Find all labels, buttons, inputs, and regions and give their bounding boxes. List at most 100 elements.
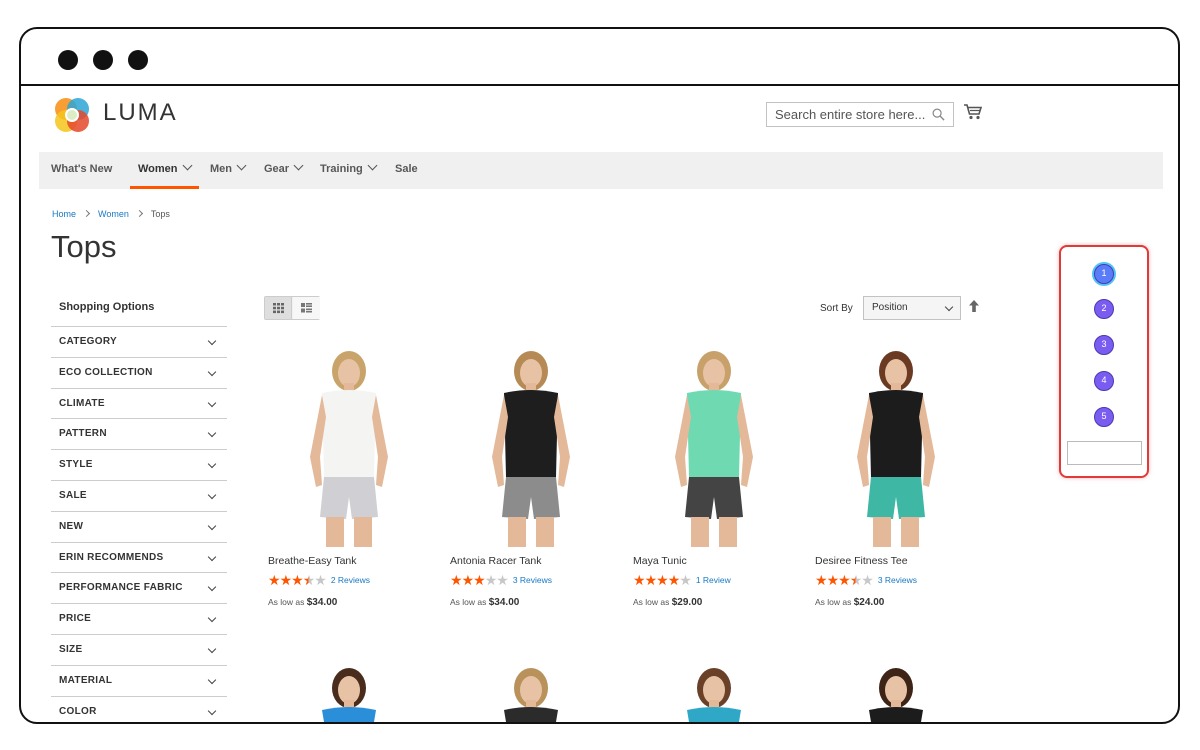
close-window-dot[interactable] (58, 50, 78, 70)
nav-label: Men (210, 163, 232, 175)
price-value: $34.00 (488, 597, 520, 608)
filter-label: MATERIAL (59, 674, 113, 686)
filter-label: ECO COLLECTION (59, 366, 153, 378)
rating-stars-icon: ★★★★★ (268, 571, 327, 588)
cart-icon[interactable] (963, 103, 983, 121)
product-image[interactable] (264, 347, 434, 547)
search-box[interactable] (766, 102, 954, 127)
search-input[interactable] (767, 103, 927, 126)
product-image[interactable] (811, 660, 981, 722)
product-price: As low as $34.00 (450, 597, 519, 608)
chevron-down-icon (207, 644, 217, 654)
price-prefix: As low as (268, 597, 305, 607)
main-navigation: What's New Women Men Gear Training Sale (39, 152, 1163, 189)
filter-category[interactable]: CATEGORY (51, 326, 227, 357)
sort-by-select[interactable]: Position (863, 296, 961, 320)
product-card[interactable]: Desiree Fitness Tee ★★★★★ 3 Reviews As low … (811, 347, 981, 608)
product-name[interactable]: Antonia Racer Tank (450, 555, 541, 567)
filter-eco-collection[interactable]: ECO COLLECTION (51, 356, 227, 388)
luma-logo-icon[interactable] (52, 95, 92, 135)
nav-item-sale[interactable]: Sale (395, 152, 418, 189)
rating-stars-icon: ★★★★★ (450, 571, 509, 588)
sort-by-value: Position (872, 302, 908, 313)
list-view-button[interactable] (293, 297, 320, 319)
grid-view-icon (273, 303, 284, 314)
chevron-down-icon (207, 398, 217, 407)
filter-performance-fabric[interactable]: PERFORMANCE FABRIC (51, 572, 227, 603)
product-card[interactable]: Breathe-Easy Tank ★★★★★ 2 Reviews As low as… (264, 347, 434, 608)
nav-item-women[interactable]: Women (130, 152, 199, 189)
chevron-down-icon (207, 459, 217, 469)
product-name[interactable]: Maya Tunic (633, 555, 687, 567)
brand-name[interactable]: LUMA (103, 99, 178, 127)
breadcrumb: Home Women Tops (52, 209, 170, 219)
filter-style[interactable]: STYLE (51, 449, 227, 480)
filter-size[interactable]: SIZE (51, 633, 227, 665)
filter-color[interactable]: COLOR (51, 695, 227, 722)
chevron-down-icon (207, 367, 217, 377)
minimize-window-dot[interactable] (93, 50, 113, 70)
nav-item-gear[interactable]: Gear (264, 152, 304, 189)
maximize-window-dot[interactable] (128, 50, 148, 70)
filter-list: CATEGORY ECO COLLECTION CLIMATE PATTERN STYL… (51, 326, 227, 722)
sort-direction-arrow-icon[interactable] (968, 299, 980, 313)
chevron-right-icon (135, 209, 143, 218)
product-image[interactable] (264, 660, 434, 722)
chevron-down-icon (182, 160, 192, 171)
price-value: $34.00 (306, 597, 338, 608)
price-prefix: As low as (450, 597, 487, 607)
product-name[interactable]: Breathe-Easy Tank (268, 555, 357, 567)
chevron-down-icon (236, 160, 247, 171)
marker-2[interactable]: 2 (1094, 299, 1114, 319)
product-rating: ★★★★★ 2 Reviews (268, 571, 370, 588)
reviews-link[interactable]: 3 Reviews (513, 575, 552, 585)
view-mode-toggle (264, 296, 320, 320)
marker-5[interactable]: 5 (1094, 407, 1114, 427)
breadcrumb-women[interactable]: Women (98, 209, 129, 219)
filter-sale[interactable]: SALE (51, 479, 227, 511)
marker-input-field[interactable] (1067, 441, 1142, 465)
product-image[interactable] (446, 347, 616, 547)
filter-label: STYLE (59, 459, 93, 471)
product-image[interactable] (446, 660, 616, 722)
filter-label: CATEGORY (59, 336, 117, 347)
nav-item-training[interactable]: Training (320, 152, 378, 189)
nav-item-whats-new[interactable]: What's New (51, 152, 112, 189)
browser-window: LUMA What's New Women Men Gear Training … (19, 27, 1180, 724)
breadcrumb-current: Tops (150, 209, 170, 219)
nav-label: What's New (51, 163, 113, 175)
filter-label: PRICE (59, 613, 92, 625)
product-name[interactable]: Desiree Fitness Tee (815, 555, 908, 567)
reviews-link[interactable]: 3 Reviews (878, 575, 917, 585)
price-value: $29.00 (671, 597, 703, 608)
nav-item-men[interactable]: Men (210, 152, 247, 189)
page-title: Tops (51, 229, 117, 264)
filter-new[interactable]: NEW (51, 510, 227, 542)
chevron-down-icon (367, 160, 378, 171)
product-image[interactable] (629, 660, 799, 722)
product-card[interactable]: Antonia Racer Tank ★★★★★ 3 Reviews As low a… (446, 347, 616, 608)
search-icon[interactable] (932, 108, 945, 121)
list-view-icon (301, 303, 312, 313)
chevron-down-icon (207, 521, 217, 531)
filter-erin-recommends[interactable]: ERIN RECOMMENDS (51, 541, 227, 573)
breadcrumb-home[interactable]: Home (52, 209, 76, 219)
price-value: $24.00 (853, 597, 885, 608)
marker-3[interactable]: 3 (1094, 335, 1114, 355)
product-rating: ★★★★★ 1 Review (633, 571, 731, 587)
filter-material[interactable]: MATERIAL (51, 664, 227, 696)
rating-stars-icon: ★★★★★ (815, 571, 874, 588)
filter-climate[interactable]: CLIMATE (51, 387, 227, 419)
filter-price[interactable]: PRICE (51, 603, 227, 634)
product-image[interactable] (629, 347, 799, 547)
product-image[interactable] (811, 347, 981, 547)
marker-4[interactable]: 4 (1094, 371, 1114, 391)
marker-1[interactable]: 1 (1094, 264, 1114, 284)
chevron-down-icon (207, 490, 217, 500)
reviews-link[interactable]: 2 Reviews (331, 575, 370, 585)
filter-pattern[interactable]: PATTERN (51, 418, 227, 449)
product-card[interactable]: Maya Tunic ★★★★★ 1 Review As low as $29.00 (629, 347, 799, 608)
chevron-down-icon (207, 675, 217, 685)
reviews-link[interactable]: 1 Review (696, 575, 731, 585)
grid-view-button[interactable] (265, 297, 292, 319)
